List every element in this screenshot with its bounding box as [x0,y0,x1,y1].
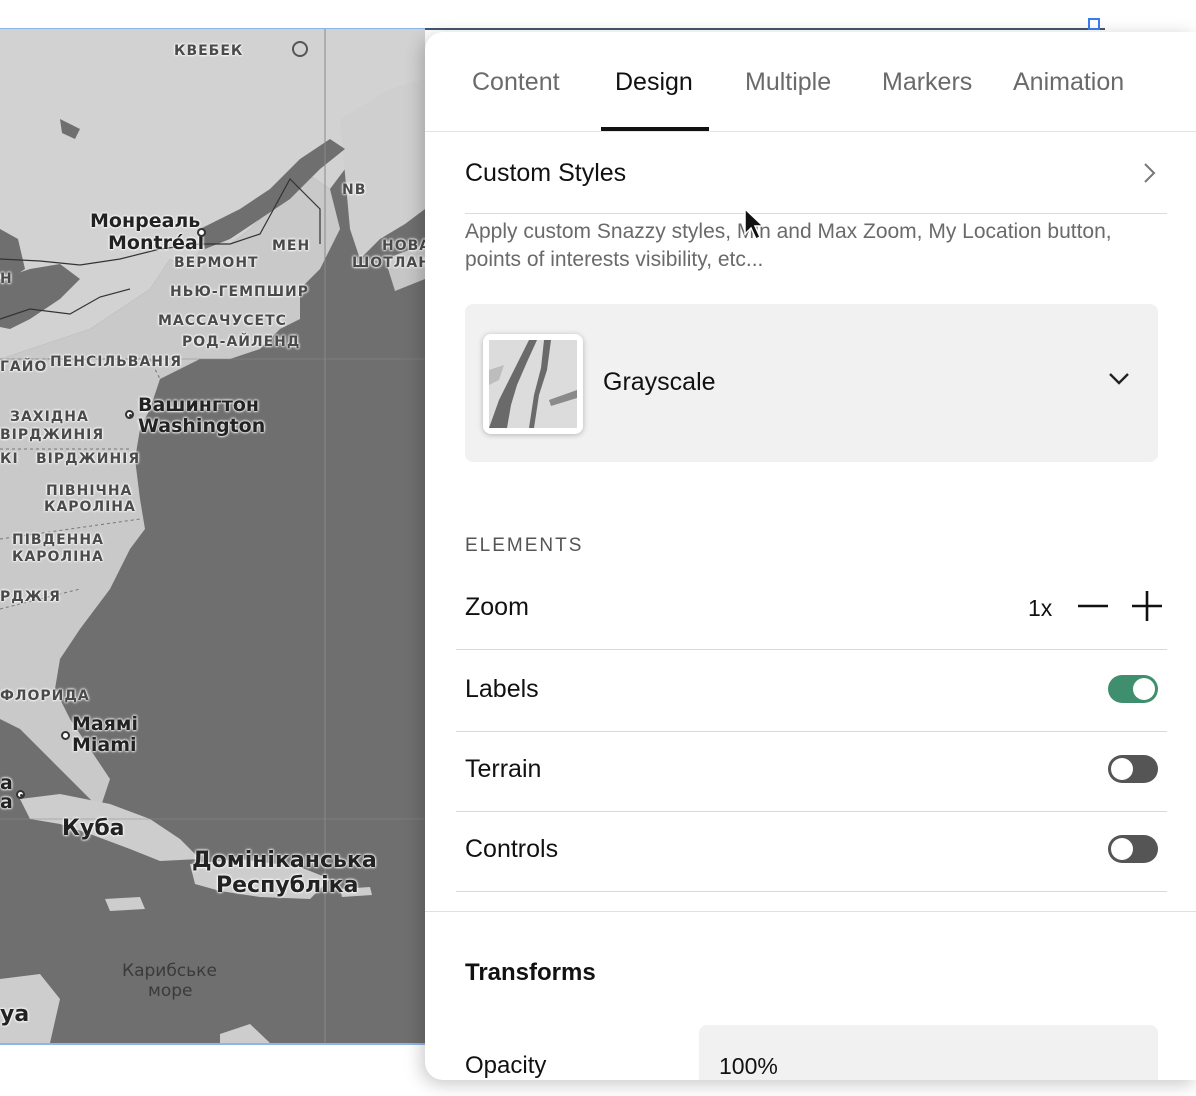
map-label-quebec: КВЕБЕК [174,43,244,59]
map-label-edge-a2: а [0,791,13,813]
custom-styles-row[interactable]: Custom Styles [465,132,1167,214]
design-panel: Content Design Multiple Markers Animatio… [425,32,1196,1080]
tab-multiple[interactable]: Multiple [745,68,831,97]
map-label-caribbean-1: Карибське [122,961,217,981]
map-label-maine: МЕН [272,238,311,254]
map-label-nb: NB [342,182,367,198]
zoom-decrease-button[interactable] [1076,589,1110,623]
map-label-washington-uk: Вашингтон [138,394,260,416]
map-label-miami-uk: Маямі [72,713,138,735]
map-label-north-carolina-1: ПІВНІЧНА [46,483,133,499]
map-city-marker [61,731,70,740]
map-label-rhode-island: РОД-АЙЛЕНД [182,334,301,350]
opacity-input[interactable]: 100% [699,1025,1158,1080]
tab-content[interactable]: Content [472,68,560,97]
chevron-down-icon [1108,372,1130,391]
map-label-edge-ya: уа [0,1002,30,1027]
map-label-miami-en: Miami [72,734,137,756]
labels-toggle[interactable] [1108,675,1158,703]
map-preview[interactable]: КВЕБЕК NB Монреаль Montréal МЕН НОВА ШОТ… [0,28,425,1045]
controls-label: Controls [465,835,559,863]
map-label-pennsylvania: ПЕНСІЛЬВАНІЯ [50,354,182,370]
terrain-label: Terrain [465,755,542,783]
tab-bar: Content Design Multiple Markers Animatio… [425,32,1196,132]
opacity-label: Opacity [465,1052,547,1079]
map-label-nova-scotia-2: ШОТЛАН [352,255,425,271]
map-label-florida: ФЛОРИДА [0,688,90,704]
terrain-row: Terrain [456,731,1167,812]
map-label-ki: КІ [0,451,19,467]
map-style-name: Grayscale [603,368,716,396]
custom-styles-title: Custom Styles [465,159,627,187]
chevron-right-icon [1143,162,1157,189]
labels-row: Labels [456,651,1167,732]
map-label-caribbean-2: море [148,981,193,1001]
map-city-marker [197,228,206,237]
tab-animation[interactable]: Animation [1013,68,1124,97]
active-tab-indicator [601,127,709,131]
terrain-toggle[interactable] [1108,755,1158,783]
map-capital-marker [16,790,25,799]
tab-markers[interactable]: Markers [882,68,972,97]
zoom-label: Zoom [465,593,529,621]
map-label-vermont: ВЕРМОНТ [174,255,259,271]
zoom-value: 1x [1028,595,1053,621]
map-label-new-hampshire: НЬЮ-ГЕМПШИР [170,284,310,300]
map-label-dominican-1: Домініканська [192,848,377,873]
map-label-ohio: ГАЙО [0,359,48,375]
labels-label: Labels [465,675,539,703]
map-capital-marker [125,410,134,419]
map-label-south-carolina-1: ПІВДЕННА [12,532,104,548]
map-label-edge-h: Н [0,271,13,287]
controls-row: Controls [456,811,1167,892]
map-label-nova-scotia-1: НОВА [382,238,425,254]
map-label-cuba: Куба [62,816,125,841]
elements-heading: ELEMENTS [465,535,584,556]
custom-styles-description: Apply custom Snazzy styles, Min and Max … [465,220,1112,271]
toggle-knob [1111,758,1133,780]
resize-handle[interactable] [1088,18,1100,30]
map-label-north-carolina-2: КАРОЛІНА [44,499,136,515]
zoom-increase-button[interactable] [1130,589,1164,623]
map-label-washington-en: Washington [138,415,266,437]
controls-toggle[interactable] [1108,835,1158,863]
map-label-montreal-uk: Монреаль [90,210,201,232]
toggle-knob [1111,838,1133,860]
transforms-heading: Transforms [465,959,596,986]
map-style-dropdown[interactable]: Grayscale [465,304,1158,462]
map-label-montreal-en: Montréal [108,232,205,254]
map-label-massachusetts: МАССАЧУСЕТС [158,313,287,329]
map-label-virginia: ВІРДЖИНІЯ [36,451,141,467]
opacity-value: 100% [719,1053,778,1079]
map-label-south-carolina-2: КАРОЛІНА [12,549,104,565]
section-divider [425,911,1196,912]
tab-design[interactable]: Design [615,68,693,97]
map-style-thumbnail [483,334,583,434]
map-label-west-virginia-1: ЗАХІДНА [10,409,89,425]
map-label-georgia: РДЖІЯ [0,589,61,605]
map-label-dominican-2: Республіка [216,873,359,898]
mouse-pointer-icon [744,207,766,247]
map-label-west-virginia-2: ВІРДЖИНІЯ [0,427,105,443]
toggle-knob [1133,678,1155,700]
selection-outline [425,28,1105,30]
zoom-row: Zoom 1x [456,569,1167,650]
